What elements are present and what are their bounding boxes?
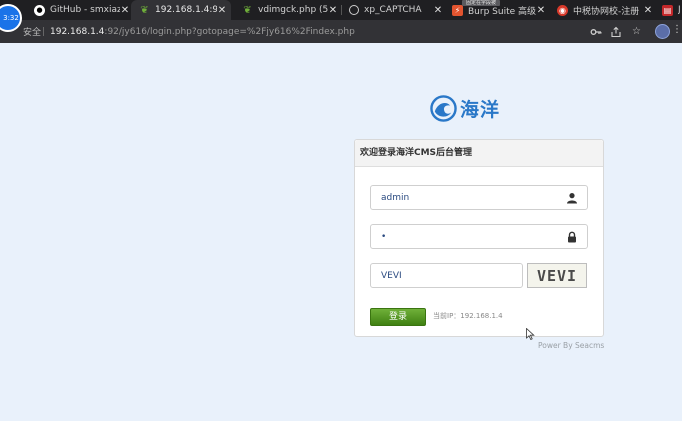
username-value: admin	[381, 193, 410, 203]
tab-title: J	[678, 5, 681, 15]
url-host: 192.168.1.4	[50, 26, 105, 37]
tab-xp-captcha[interactable]: xp_CAPTCHA ✕	[349, 0, 443, 20]
close-icon[interactable]: ✕	[433, 5, 443, 16]
tab-vdimgck[interactable]: ❦ vdimgck.php (5C ✕	[242, 0, 338, 20]
username-input[interactable]: admin	[370, 185, 588, 210]
github-icon: ●	[34, 4, 45, 16]
red-circle-icon: ◉	[557, 4, 568, 16]
address-bar[interactable]: 安全 | 192.168.1.4:92/jy616/login.php?goto…	[0, 20, 682, 43]
menu-icon[interactable]: ⋮	[672, 24, 682, 35]
tab-zhongshui[interactable]: ◉ 中税协网校-注册 ✕	[557, 0, 653, 20]
url-path: :92/jy616/login.php?gotopage=%2Fjy616%2F…	[104, 26, 355, 37]
footer-power-by: Power By Seacms	[538, 341, 605, 350]
globe-icon	[349, 5, 359, 15]
leaf-icon: ❦	[243, 4, 252, 16]
tab-title: GitHub - smxiazi	[50, 5, 120, 15]
logo-text: 海洋	[460, 99, 501, 121]
tab-title: 中税协网校-注册	[573, 6, 640, 17]
pdf-icon: ▤	[662, 4, 673, 16]
close-icon[interactable]: ✕	[328, 5, 338, 16]
login-button[interactable]: 登录	[370, 308, 426, 326]
panel-title: 欢迎登录海洋CMS后台管理	[355, 140, 603, 167]
tab-tooltip: 固定在字段被	[462, 0, 501, 6]
mouse-cursor-icon	[526, 328, 535, 340]
lock-icon	[568, 231, 576, 243]
separator: |	[42, 26, 46, 37]
tab-active-login[interactable]: ❦ 192.168.1.4:92/jy ✕	[131, 0, 231, 20]
extension-icon[interactable]	[655, 24, 670, 39]
captcha-input[interactable]: VEVI	[370, 263, 523, 288]
star-icon[interactable]: ☆	[630, 25, 643, 38]
password-value: •	[381, 232, 387, 242]
password-input[interactable]: •	[370, 224, 588, 249]
current-ip-label: 当前IP：192.168.1.4	[433, 312, 503, 320]
close-icon[interactable]: ✕	[217, 5, 227, 16]
tab-strip: ✕ ● GitHub - smxiazi ✕ ❦ 192.168.1.4:92/…	[0, 0, 682, 20]
seacms-logo: 海洋	[430, 95, 500, 122]
tab-title: xp_CAPTCHA	[364, 5, 422, 15]
close-icon[interactable]: ✕	[536, 5, 546, 16]
share-icon[interactable]	[609, 25, 622, 38]
leaf-icon: ❦	[140, 4, 149, 16]
close-icon[interactable]: ✕	[120, 5, 130, 16]
burp-icon: ⚡	[452, 4, 463, 16]
captcha-image[interactable]: VEVI	[527, 263, 587, 288]
security-label[interactable]: 安全	[23, 25, 41, 38]
tab-pdf[interactable]: ▤ J	[662, 0, 682, 20]
login-panel: 欢迎登录海洋CMS后台管理 admin • VEVI VEVI 登录 当前IP：…	[354, 139, 604, 337]
captcha-value: VEVI	[381, 271, 402, 281]
wave-logo-icon	[430, 95, 457, 122]
tab-title: vdimgck.php (5C	[258, 5, 328, 15]
key-icon[interactable]	[589, 25, 602, 38]
close-icon[interactable]: ✕	[643, 5, 653, 16]
tab-title: 192.168.1.4:92/jy	[155, 5, 217, 15]
url-text[interactable]: 192.168.1.4:92/jy616/login.php?gotopage=…	[50, 27, 355, 37]
tab-github[interactable]: ● GitHub - smxiazi ✕	[34, 0, 130, 20]
user-icon	[567, 193, 577, 204]
tab-separator	[341, 5, 342, 15]
